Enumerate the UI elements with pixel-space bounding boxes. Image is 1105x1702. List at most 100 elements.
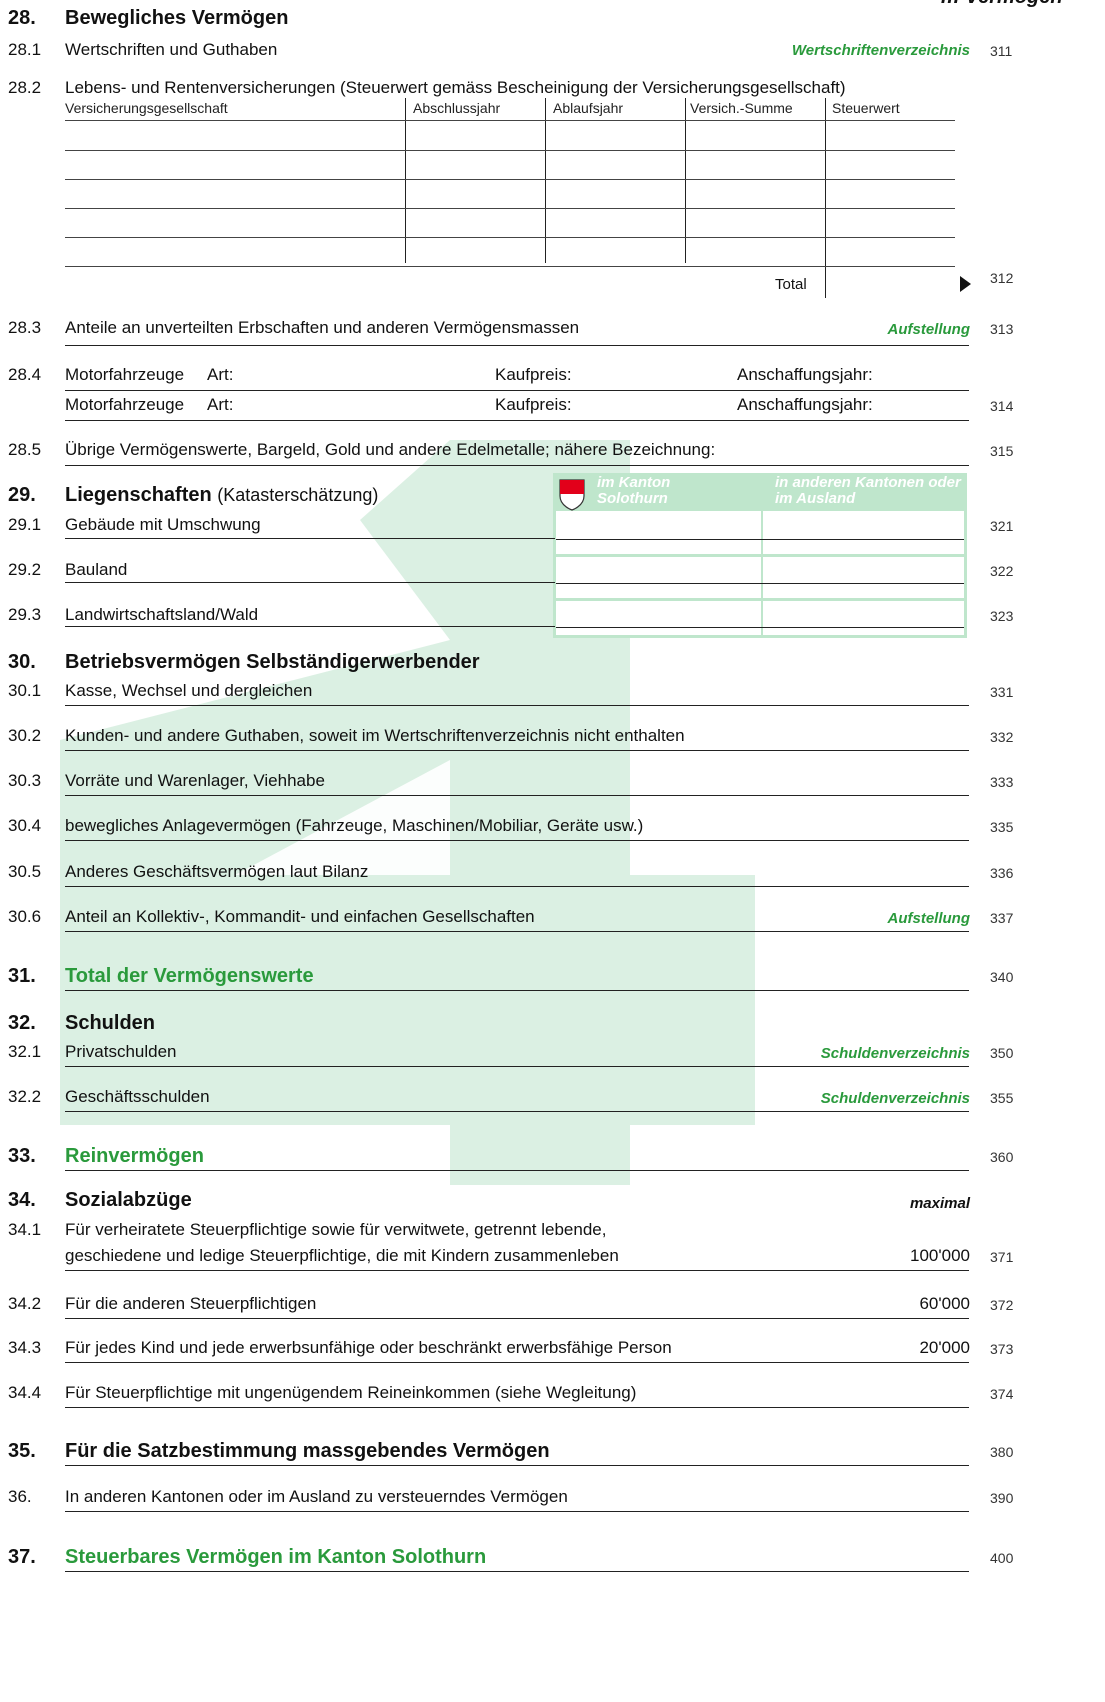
arrow-right-icon <box>960 276 971 292</box>
vehicle-1-art: Art: <box>207 365 234 384</box>
table-row[interactable] <box>65 120 955 121</box>
line-28-5[interactable] <box>65 465 969 466</box>
item-30-2-number: 30.2 <box>8 726 42 745</box>
item-28-5-label: Übrige Vermögenswerte, Bargeld, Gold und… <box>65 440 716 459</box>
table-row[interactable] <box>65 208 955 209</box>
table-row[interactable] <box>65 237 955 238</box>
item-29-3-number: 29.3 <box>8 605 42 624</box>
item-32-1-ref[interactable]: Schuldenverzeichnis <box>821 1045 970 1062</box>
line-30-5[interactable] <box>65 886 969 887</box>
item-29-1-number: 29.1 <box>8 515 42 534</box>
section-35-number: 35. <box>8 1440 36 1462</box>
line-30-6[interactable] <box>65 931 969 932</box>
line-30-4[interactable] <box>65 840 969 841</box>
solothurn-coat-of-arms-icon <box>559 479 585 511</box>
item-28-3-code: 313 <box>990 321 1014 337</box>
item-28-4-number: 28.4 <box>8 365 42 384</box>
table-row[interactable] <box>65 266 955 267</box>
section-33-number: 33. <box>8 1145 36 1167</box>
item-30-5-label: Anderes Geschäftsvermögen laut Bilanz <box>65 862 369 881</box>
item-34-2-number: 34.2 <box>8 1294 42 1313</box>
item-29-2-code: 322 <box>990 563 1014 579</box>
item-28-5-number: 28.5 <box>8 440 42 459</box>
item-34-3-max: 20'000 <box>919 1338 970 1357</box>
item-34-2-max: 60'000 <box>919 1294 970 1313</box>
col-ablaufsjahr: Ablaufsjahr <box>553 100 624 116</box>
item-29-3-label: Landwirtschaftsland/Wald <box>65 605 259 624</box>
item-34-1-max: 100'000 <box>910 1246 970 1265</box>
line-vehicle-2[interactable] <box>65 420 969 421</box>
item-34-3-number: 34.3 <box>8 1338 42 1357</box>
line-34-2[interactable] <box>65 1318 969 1319</box>
item-28-5-code: 315 <box>990 443 1014 459</box>
line-31[interactable] <box>65 990 969 991</box>
item-32-2-code: 355 <box>990 1090 1014 1106</box>
section-33-code: 360 <box>990 1149 1014 1165</box>
section-30-number: 30. <box>8 651 36 673</box>
item-30-6-code: 337 <box>990 910 1014 926</box>
item-30-3-number: 30.3 <box>8 771 42 790</box>
line-37[interactable] <box>65 1571 969 1572</box>
line-34-4[interactable] <box>65 1407 969 1408</box>
item-29-1-label: Gebäude mit Umschwung <box>65 515 261 534</box>
section-31-title: Total der Vermögenswerte <box>65 965 314 987</box>
col-steuerwert: Steuerwert <box>832 100 900 116</box>
item-30-3-code: 333 <box>990 774 1014 790</box>
table-row[interactable] <box>65 179 955 180</box>
vehicle-1-kaufpreis: Kaufpreis: <box>495 365 572 384</box>
item-30-1-number: 30.1 <box>8 681 42 700</box>
item-29-2-number: 29.2 <box>8 560 42 579</box>
line-33[interactable] <box>65 1170 969 1171</box>
col-im-kanton: im Kanton Solothurn <box>597 474 671 507</box>
line-35[interactable] <box>65 1465 969 1466</box>
item-28-4-code: 314 <box>990 398 1014 414</box>
item-30-6-ref[interactable]: Aufstellung <box>888 910 971 927</box>
item-28-3-ref[interactable]: Aufstellung <box>888 321 971 338</box>
section-37-number: 37. <box>8 1546 36 1568</box>
item-36-label: In anderen Kantonen oder im Ausland zu v… <box>65 1487 568 1506</box>
item-32-1-code: 350 <box>990 1045 1014 1061</box>
total-label: Total <box>775 276 807 293</box>
item-30-6-label: Anteil an Kollektiv-, Kommandit- und ein… <box>65 907 535 926</box>
line-28-3[interactable] <box>65 345 969 346</box>
section-35-code: 380 <box>990 1444 1014 1460</box>
item-32-2-label: Geschäftsschulden <box>65 1087 210 1106</box>
vehicle-2-art: Art: <box>207 395 234 414</box>
line-30-1[interactable] <box>65 705 969 706</box>
item-34-4-code: 374 <box>990 1386 1014 1402</box>
table-row[interactable] <box>65 150 955 151</box>
line-34-3[interactable] <box>65 1362 969 1363</box>
item-34-1-code: 371 <box>990 1249 1014 1265</box>
section-37-code: 400 <box>990 1550 1014 1566</box>
item-30-4-label: bewegliches Anlagevermögen (Fahrzeuge, M… <box>65 816 644 835</box>
item-34-4-label: Für Steuerpflichtige mit ungenügendem Re… <box>65 1383 637 1402</box>
item-28-1-ref[interactable]: Wertschriftenverzeichnis <box>792 42 970 59</box>
line-34-1[interactable] <box>65 1270 969 1271</box>
item-34-1-number: 34.1 <box>8 1220 42 1239</box>
vehicle-2-kaufpreis: Kaufpreis: <box>495 395 572 414</box>
item-30-3-label: Vorräte und Warenlager, Viehhabe <box>65 771 325 790</box>
item-30-2-code: 332 <box>990 729 1014 745</box>
item-30-1-label: Kasse, Wechsel und dergleichen <box>65 681 313 700</box>
line-32-1[interactable] <box>65 1066 969 1067</box>
line-vehicle-1[interactable] <box>65 390 969 391</box>
vehicle-2-jahr: Anschaffungsjahr: <box>737 395 873 414</box>
header-fragment: … Vermögen <box>940 0 1063 9</box>
section-35-title: Für die Satzbestimmung massgebendes Verm… <box>65 1440 550 1462</box>
item-28-1-code: 311 <box>990 43 1013 59</box>
line-30-3[interactable] <box>65 795 969 796</box>
col-versicherungsgesellschaft: Versicherungsgesellschaft <box>65 100 228 116</box>
section-33-title: Reinvermögen <box>65 1145 204 1167</box>
section-29-number: 29. <box>8 484 36 506</box>
item-29-1-code: 321 <box>990 518 1014 534</box>
section-30-title: Betriebsvermögen Selbständigerwerbender <box>65 651 480 673</box>
section-29-title: Liegenschaften (Katasterschätzung) <box>65 484 379 506</box>
section-37-title: Steuerbares Vermögen im Kanton Solothurn <box>65 1546 487 1568</box>
line-32-2[interactable] <box>65 1111 969 1112</box>
item-30-6-number: 30.6 <box>8 907 42 926</box>
item-30-4-number: 30.4 <box>8 816 42 835</box>
line-36[interactable] <box>65 1511 969 1512</box>
section-32-title: Schulden <box>65 1012 156 1034</box>
item-32-2-ref[interactable]: Schuldenverzeichnis <box>821 1090 970 1107</box>
line-30-2[interactable] <box>65 750 969 751</box>
